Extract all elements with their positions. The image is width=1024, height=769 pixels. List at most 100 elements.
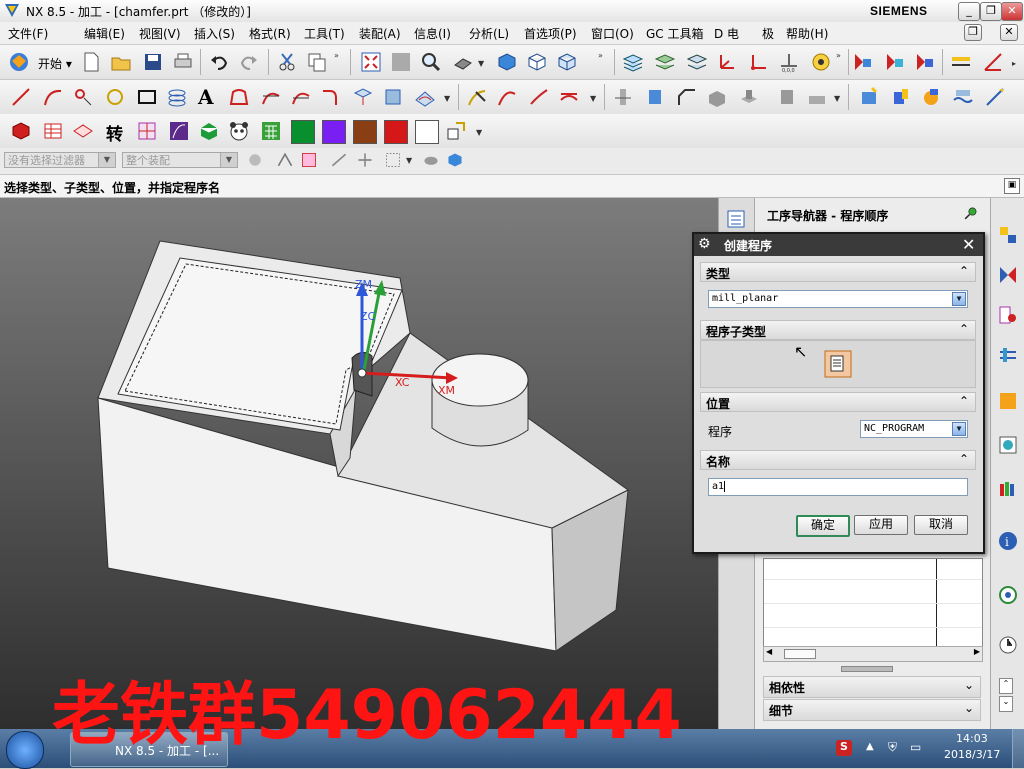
generate-toolpath-icon[interactable] — [858, 86, 880, 108]
name-input[interactable]: a1 — [708, 478, 968, 496]
navigator-list[interactable] — [763, 558, 983, 650]
layer-visible-icon[interactable] — [654, 51, 676, 73]
helix-icon[interactable] — [166, 86, 188, 108]
render-style-icon[interactable] — [452, 51, 474, 73]
horizontal-scrollbar[interactable]: ◀ ▶ — [763, 646, 983, 662]
save-icon[interactable] — [142, 51, 164, 73]
name-group-header[interactable]: 名称 ⌃ — [700, 450, 976, 470]
color-swatch-purple[interactable] — [322, 120, 346, 144]
create-tool-icon[interactable] — [884, 51, 906, 73]
part-model[interactable]: ZM ZC XC XM — [0, 198, 718, 729]
extrude-icon[interactable] — [612, 86, 634, 108]
pocket-icon[interactable] — [776, 86, 798, 108]
start-button[interactable]: 开始 ▾ — [38, 55, 72, 72]
menu-help[interactable]: 帮助(H) — [786, 25, 828, 42]
location-group-header[interactable]: 位置 ⌃ — [700, 392, 976, 412]
snap-select-icon[interactable] — [446, 120, 468, 142]
type-group-header[interactable]: 类型 ⌃ — [700, 262, 976, 282]
snap-point-icon[interactable] — [810, 51, 832, 73]
open-folder-icon[interactable] — [110, 51, 132, 73]
point-set-icon[interactable] — [104, 86, 126, 108]
assembly-filter-select[interactable]: 整个装配 ▼ — [122, 152, 238, 168]
palettes-icon[interactable] — [997, 478, 1019, 500]
project-curve-icon[interactable] — [352, 86, 374, 108]
doc-close-button[interactable]: ✕ — [1000, 24, 1018, 41]
reuse-library-icon[interactable] — [997, 344, 1019, 366]
menu-electrode[interactable]: D 电 — [714, 25, 739, 42]
operation-navigator-icon[interactable] — [725, 208, 747, 230]
chamfer-icon[interactable] — [676, 86, 698, 108]
type-filter-select[interactable]: 没有选择过滤器 ▼ — [4, 152, 116, 168]
color-swatch-brown[interactable] — [353, 120, 377, 144]
wireframe-view-icon[interactable] — [526, 51, 548, 73]
point-icon[interactable] — [72, 86, 94, 108]
window-select-icon[interactable] — [384, 151, 402, 169]
line-icon[interactable] — [10, 86, 32, 108]
undo-icon[interactable] — [208, 51, 230, 73]
extract-curve-icon[interactable] — [382, 86, 404, 108]
curve-length-icon[interactable] — [496, 86, 518, 108]
cut-icon[interactable] — [276, 51, 298, 73]
verify-toolpath-icon[interactable] — [920, 86, 942, 108]
menu-edit[interactable]: 编辑(E) — [84, 25, 125, 42]
rectangle-icon[interactable] — [136, 86, 158, 108]
shop-doc-icon[interactable] — [984, 86, 1006, 108]
gear-icon[interactable]: ⚙ — [698, 236, 711, 252]
transform-icon[interactable]: 转 — [106, 120, 123, 145]
fit-view-icon[interactable] — [360, 51, 382, 73]
menu-view[interactable]: 视图(V) — [139, 25, 181, 42]
menu-file[interactable]: 文件(F) — [8, 25, 48, 42]
nx-app-icon[interactable] — [4, 3, 20, 18]
zoom-icon[interactable] — [420, 51, 442, 73]
menu-extra[interactable]: 极 — [762, 25, 774, 42]
replay-toolpath-icon[interactable] — [890, 86, 912, 108]
create-program-icon[interactable] — [852, 51, 874, 73]
color-swatch-green[interactable] — [291, 120, 315, 144]
divide-curve-icon[interactable] — [290, 86, 312, 108]
calculator-icon[interactable] — [260, 120, 282, 142]
menu-format[interactable]: 格式(R) — [249, 25, 291, 42]
select-all-icon[interactable] — [246, 151, 264, 169]
type-select[interactable]: mill_planar ▼ — [708, 290, 968, 308]
boss-icon[interactable] — [738, 86, 760, 108]
copy-icon[interactable] — [306, 51, 328, 73]
trim-curve-icon[interactable] — [260, 86, 282, 108]
color-swatch-white[interactable] — [415, 120, 439, 144]
wcs-origin-icon[interactable] — [748, 51, 770, 73]
hd3d-tools-icon[interactable] — [997, 390, 1019, 412]
body-select-icon[interactable] — [446, 151, 464, 169]
details-section[interactable]: 细节 ⌄ — [763, 699, 981, 721]
edit-curve-icon[interactable] — [466, 86, 488, 108]
menu-tools[interactable]: 工具(T) — [304, 25, 345, 42]
tray-expand-icon[interactable]: ▲ — [866, 741, 874, 752]
shaded-face-icon[interactable] — [422, 151, 440, 169]
clock-date[interactable]: 2018/3/17 — [944, 748, 1000, 761]
zoom-box-icon[interactable] — [390, 51, 412, 73]
close-icon[interactable]: ✕ — [962, 235, 975, 254]
doc-restore-button[interactable]: ❐ — [964, 24, 982, 41]
constraint-navigator-icon[interactable] — [997, 264, 1019, 286]
studio-spline-icon[interactable] — [168, 120, 190, 142]
menu-insert[interactable]: 插入(S) — [194, 25, 235, 42]
create-geometry-icon[interactable] — [914, 51, 936, 73]
assembly-navigator-icon[interactable] — [997, 224, 1019, 246]
subtype-group-header[interactable]: 程序子类型 ⌃ — [700, 320, 976, 340]
close-window-button[interactable]: ✕ — [1001, 2, 1023, 21]
new-file-icon[interactable] — [80, 51, 102, 73]
info-icon[interactable]: i — [997, 530, 1019, 552]
grid-snap-icon[interactable] — [136, 120, 158, 142]
redo-icon[interactable] — [238, 51, 260, 73]
center-snap-icon[interactable] — [356, 151, 374, 169]
apply-button[interactable]: 应用 — [854, 515, 908, 535]
shaded-view-icon[interactable] — [496, 51, 518, 73]
color-swatch-red[interactable] — [384, 120, 408, 144]
wcs-icon[interactable] — [716, 51, 738, 73]
program-subtype-icon[interactable] — [824, 350, 852, 378]
start-icon[interactable] — [8, 51, 30, 73]
fillet-curve-icon[interactable] — [320, 86, 342, 108]
post-process-icon[interactable] — [952, 86, 974, 108]
wcs-display-icon[interactable]: 0,0,0 — [778, 51, 800, 73]
smooth-spline-icon[interactable] — [528, 86, 550, 108]
curve-on-surface-icon[interactable] — [414, 86, 436, 108]
measure-distance-icon[interactable] — [950, 51, 972, 73]
